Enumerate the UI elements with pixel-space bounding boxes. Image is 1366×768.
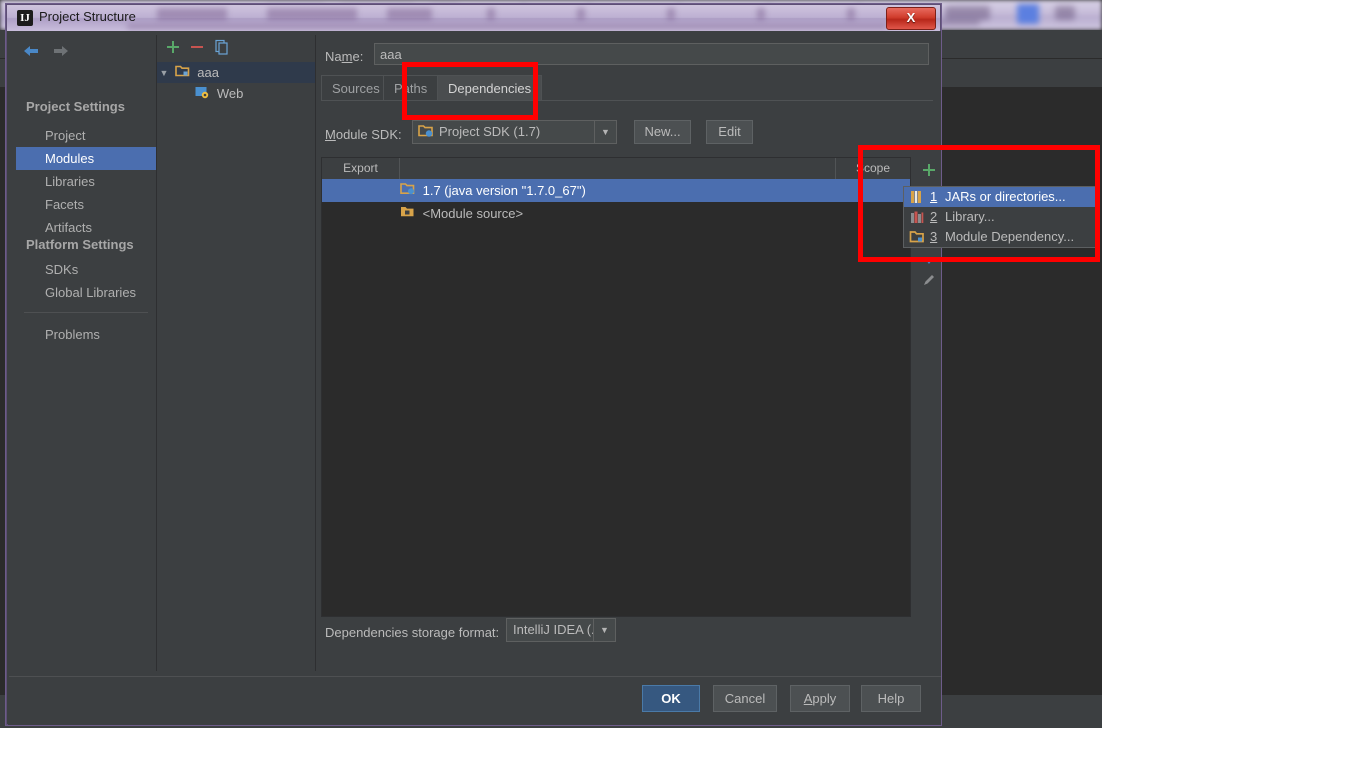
app-icon: IJ bbox=[17, 10, 33, 26]
copy-module-icon[interactable] bbox=[214, 39, 230, 60]
table-row[interactable]: 1.7 (java version "1.7.0_67") bbox=[322, 179, 910, 202]
close-button[interactable]: X bbox=[886, 7, 936, 30]
add-dependency-icon[interactable] bbox=[913, 157, 945, 183]
column-header-name[interactable] bbox=[400, 158, 836, 179]
apply-button[interactable]: Apply bbox=[790, 685, 850, 712]
project-structure-dialog: IJ Project Structure X Project Settings … bbox=[6, 4, 941, 725]
new-sdk-button[interactable]: New... bbox=[634, 120, 691, 144]
menu-item-library[interactable]: 2 Library... bbox=[904, 207, 1095, 227]
sidebar-item-facets[interactable]: Facets bbox=[16, 193, 156, 216]
dialog-title-bar: IJ Project Structure X bbox=[7, 5, 940, 31]
settings-sidebar: Project Settings Project Modules Librari… bbox=[16, 35, 157, 671]
tree-node-web[interactable]: ▼ Web bbox=[157, 83, 315, 104]
module-name-label: Name: bbox=[325, 49, 364, 64]
sidebar-divider bbox=[24, 312, 148, 313]
module-tree-list: ▼ aaa ▼ bbox=[157, 62, 315, 104]
sidebar-group-project-settings: Project Settings bbox=[26, 99, 125, 114]
edit-pencil-icon[interactable] bbox=[913, 267, 945, 293]
menu-item-label: Module Dependency... bbox=[945, 229, 1075, 244]
tabs-underline bbox=[321, 100, 933, 101]
module-tabs: Sources Paths Dependencies bbox=[321, 75, 933, 100]
add-module-icon[interactable] bbox=[165, 39, 181, 60]
screen: IJ Project Structure X Project Settings … bbox=[0, 0, 1366, 768]
module-folder-icon bbox=[174, 63, 190, 84]
menu-item-label: Library... bbox=[945, 209, 995, 224]
dialog-body: Project Settings Project Modules Librari… bbox=[8, 31, 941, 725]
sidebar-item-sdks[interactable]: SDKs bbox=[16, 258, 156, 281]
sdk-dropdown-arrow-icon[interactable]: ▼ bbox=[594, 121, 616, 143]
menu-item-number: 1 bbox=[930, 189, 938, 204]
column-header-export[interactable]: Export bbox=[322, 158, 400, 179]
storage-format-label: Dependencies storage format: bbox=[325, 625, 500, 640]
table-row[interactable]: <Module source> bbox=[322, 202, 910, 225]
dependencies-table: Export Scope 1.7 (java version "1.7.0_67… bbox=[321, 157, 911, 617]
storage-format-combo[interactable]: IntelliJ IDEA (.iml) ▼ bbox=[506, 618, 616, 642]
help-button[interactable]: Help bbox=[861, 685, 921, 712]
sidebar-item-artifacts[interactable]: Artifacts bbox=[16, 216, 156, 239]
expand-arrow-icon[interactable]: ▼ bbox=[157, 63, 171, 84]
forward-arrow-icon[interactable] bbox=[52, 42, 70, 59]
edit-sdk-button[interactable]: Edit bbox=[706, 120, 753, 144]
module-tree-panel: ▼ aaa ▼ bbox=[157, 35, 316, 671]
dependency-name: 1.7 (java version "1.7.0_67") bbox=[422, 183, 586, 198]
module-tree-toolbar bbox=[157, 35, 315, 61]
tab-dependencies[interactable]: Dependencies bbox=[437, 75, 543, 100]
library-icon bbox=[909, 209, 925, 225]
dialog-button-bar: OK Cancel Apply Help bbox=[9, 676, 941, 725]
menu-item-number: 3 bbox=[930, 229, 938, 244]
sidebar-group-platform-settings: Platform Settings bbox=[26, 237, 134, 252]
dialog-title: Project Structure bbox=[39, 9, 136, 24]
module-content-panel: Name: Sources Paths Dependencies Module … bbox=[316, 35, 935, 671]
tab-sources[interactable]: Sources bbox=[321, 75, 391, 100]
sidebar-item-modules[interactable]: Modules bbox=[16, 147, 156, 170]
sidebar-item-project[interactable]: Project bbox=[16, 124, 156, 147]
module-sdk-value: Project SDK (1.7) bbox=[439, 124, 541, 139]
module-source-icon bbox=[400, 203, 415, 226]
tree-node-label: aaa bbox=[197, 65, 219, 80]
dependencies-table-header: Export Scope bbox=[322, 158, 910, 180]
cancel-button[interactable]: Cancel bbox=[713, 685, 777, 712]
tree-node-label: Web bbox=[216, 86, 244, 101]
sidebar-item-global-libraries[interactable]: Global Libraries bbox=[16, 281, 156, 304]
navigation-arrows bbox=[22, 42, 70, 60]
column-header-scope[interactable]: Scope bbox=[836, 158, 910, 179]
module-sdk-label: Module SDK: bbox=[325, 127, 402, 142]
tab-paths[interactable]: Paths bbox=[383, 75, 439, 100]
back-arrow-icon[interactable] bbox=[22, 42, 44, 59]
module-icon bbox=[909, 229, 925, 245]
sidebar-item-problems[interactable]: Problems bbox=[16, 323, 156, 346]
menu-item-number: 2 bbox=[930, 209, 938, 224]
web-facet-icon bbox=[194, 84, 209, 105]
menu-item-jars-or-directories[interactable]: 1 JARs or directories... bbox=[904, 187, 1095, 207]
sidebar-item-libraries[interactable]: Libraries bbox=[16, 170, 156, 193]
sdk-icon bbox=[418, 124, 434, 144]
menu-item-label: JARs or directories... bbox=[945, 189, 1066, 204]
dependency-name: <Module source> bbox=[422, 206, 524, 221]
remove-module-icon[interactable] bbox=[189, 39, 205, 60]
module-sdk-combo[interactable]: Project SDK (1.7) ▼ bbox=[412, 120, 617, 144]
ok-button[interactable]: OK bbox=[642, 685, 700, 712]
storage-dropdown-arrow-icon[interactable]: ▼ bbox=[593, 619, 615, 641]
menu-item-module-dependency[interactable]: 3 Module Dependency... bbox=[904, 227, 1095, 247]
add-dependency-popup-menu: 1 JARs or directories... 2 Library... 3 … bbox=[903, 186, 1096, 248]
jdk-icon bbox=[400, 180, 415, 203]
jar-icon bbox=[909, 189, 925, 205]
tree-node-aaa[interactable]: ▼ aaa bbox=[157, 62, 315, 83]
module-name-input[interactable] bbox=[374, 43, 929, 65]
